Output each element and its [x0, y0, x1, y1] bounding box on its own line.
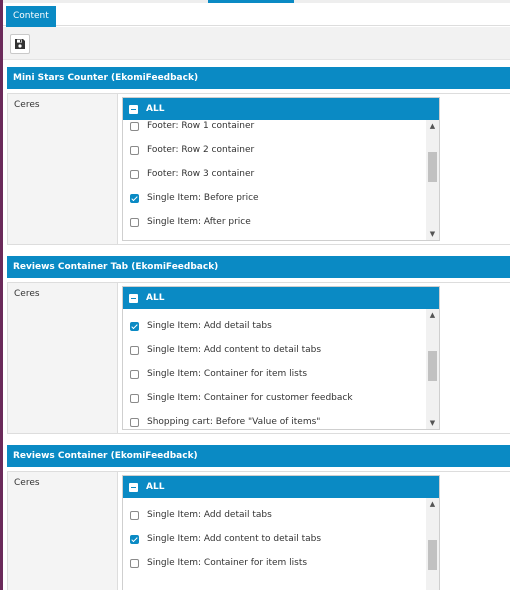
container-list: Single Item: Add detail tabs Single Item… — [123, 309, 439, 429]
item-checkbox[interactable] — [130, 369, 139, 379]
section-header-mini-stars: Mini Stars Counter (EkomiFeedback) — [7, 67, 510, 89]
label-column: Ceres — [8, 283, 118, 433]
container-label: Ceres — [14, 100, 40, 110]
item-label: Single Item: Add detail tabs — [147, 321, 272, 331]
container-selector: ALL Single Item: Add detail tabs Single … — [122, 475, 440, 590]
item-checkbox[interactable] — [130, 217, 139, 227]
toolbar — [3, 27, 510, 60]
item-label: Single Item: Container for item lists — [147, 558, 308, 568]
item-checkbox[interactable] — [130, 558, 139, 568]
select-all-checkbox[interactable] — [129, 293, 138, 303]
scroll-down-arrow-icon[interactable]: ▼ — [426, 417, 439, 429]
list-item[interactable]: Single Item: After price — [130, 210, 251, 234]
item-checkbox[interactable] — [130, 321, 139, 331]
list-item[interactable]: Shopping cart: Before "Value of items" — [130, 410, 320, 429]
section-body-reviews-tab: Ceres ALL Single Item: Add detail tabs S… — [7, 282, 510, 434]
item-checkbox[interactable] — [130, 393, 139, 403]
list-item[interactable]: Single Item: Add content to detail tabs — [130, 338, 321, 362]
container-label: Ceres — [14, 289, 40, 299]
select-all-checkbox[interactable] — [129, 482, 138, 492]
tab-bar: Content — [3, 3, 510, 27]
list-item[interactable]: Single Item: Add content to detail tabs — [130, 527, 321, 551]
item-label: Single Item: Add content to detail tabs — [147, 534, 322, 544]
item-label: Shopping cart: Before "Value of items" — [147, 417, 321, 427]
container-label: Ceres — [14, 478, 40, 488]
list-item[interactable]: Single Item: Container for customer feed… — [130, 386, 353, 410]
label-column: Ceres — [8, 472, 118, 590]
section-header-reviews-container: Reviews Container (EkomiFeedback) — [7, 445, 510, 467]
list-item[interactable]: Footer: Row 1 container — [130, 120, 254, 138]
item-checkbox[interactable] — [130, 345, 139, 355]
left-accent-bar — [0, 0, 3, 590]
scroll-down-arrow-icon[interactable]: ▼ — [426, 228, 439, 240]
section-body-mini-stars: Ceres ALL Footer: Row 1 container Footer… — [7, 93, 510, 245]
list-scrollbar[interactable]: ▲ ▼ — [426, 309, 439, 429]
list-scrollbar[interactable]: ▲ ▼ — [426, 120, 439, 240]
item-label: Single Item: After price — [147, 217, 251, 227]
item-label: Single Item: Container for item lists — [147, 369, 308, 379]
select-all-label: ALL — [146, 104, 165, 114]
item-label: Single Item: Add content to detail tabs — [147, 345, 322, 355]
select-all-bar[interactable]: ALL — [123, 98, 439, 120]
label-column: Ceres — [8, 94, 118, 244]
item-label: Footer: Row 2 container — [147, 145, 255, 155]
container-selector: ALL Footer: Row 1 container Footer: Row … — [122, 97, 440, 241]
item-checkbox[interactable] — [130, 121, 139, 131]
container-selector: ALL Single Item: Add detail tabs Single … — [122, 286, 440, 430]
scroll-thumb[interactable] — [428, 540, 437, 570]
section-body-reviews-container: Ceres ALL Single Item: Add detail tabs S… — [7, 471, 510, 590]
item-checkbox[interactable] — [130, 510, 139, 520]
item-checkbox[interactable] — [130, 145, 139, 155]
scroll-up-arrow-icon[interactable]: ▲ — [426, 498, 439, 510]
tab-content[interactable]: Content — [6, 6, 56, 27]
item-checkbox[interactable] — [130, 534, 139, 544]
item-label: Single Item: Before price — [147, 193, 259, 203]
list-item[interactable]: Single Item: Before price — [130, 186, 259, 210]
scroll-thumb[interactable] — [428, 152, 437, 182]
item-label: Single Item: Container for customer feed… — [147, 393, 353, 403]
save-button[interactable] — [10, 34, 30, 54]
item-label: Single Item: Add detail tabs — [147, 510, 272, 520]
section-header-reviews-tab: Reviews Container Tab (EkomiFeedback) — [7, 256, 510, 278]
list-item[interactable]: Footer: Row 2 container — [130, 138, 254, 162]
item-checkbox[interactable] — [130, 417, 139, 427]
select-all-checkbox[interactable] — [129, 104, 138, 114]
scroll-up-arrow-icon[interactable]: ▲ — [426, 120, 439, 132]
list-item[interactable]: Footer: Row 3 container — [130, 162, 254, 186]
item-label: Footer: Row 3 container — [147, 169, 255, 179]
list-item[interactable]: Single Item: Container for item lists — [130, 362, 307, 386]
scroll-up-arrow-icon[interactable]: ▲ — [426, 309, 439, 321]
select-all-label: ALL — [146, 482, 165, 492]
select-all-bar[interactable]: ALL — [123, 476, 439, 498]
select-all-label: ALL — [146, 293, 165, 303]
select-all-bar[interactable]: ALL — [123, 287, 439, 309]
scroll-thumb[interactable] — [428, 351, 437, 381]
list-item[interactable]: Single Item: Add detail tabs — [130, 314, 272, 338]
list-scrollbar[interactable]: ▲ — [426, 498, 439, 590]
floppy-disk-icon — [15, 39, 25, 49]
item-checkbox[interactable] — [130, 169, 139, 179]
container-list: Footer: Row 1 container Footer: Row 2 co… — [123, 120, 439, 240]
list-item[interactable]: Single Item: Container for item lists — [130, 551, 307, 575]
item-label: Footer: Row 1 container — [147, 121, 255, 131]
list-item[interactable]: Single Item: Add detail tabs — [130, 503, 272, 527]
item-checkbox[interactable] — [130, 193, 139, 203]
container-list: Single Item: Add detail tabs Single Item… — [123, 498, 439, 590]
